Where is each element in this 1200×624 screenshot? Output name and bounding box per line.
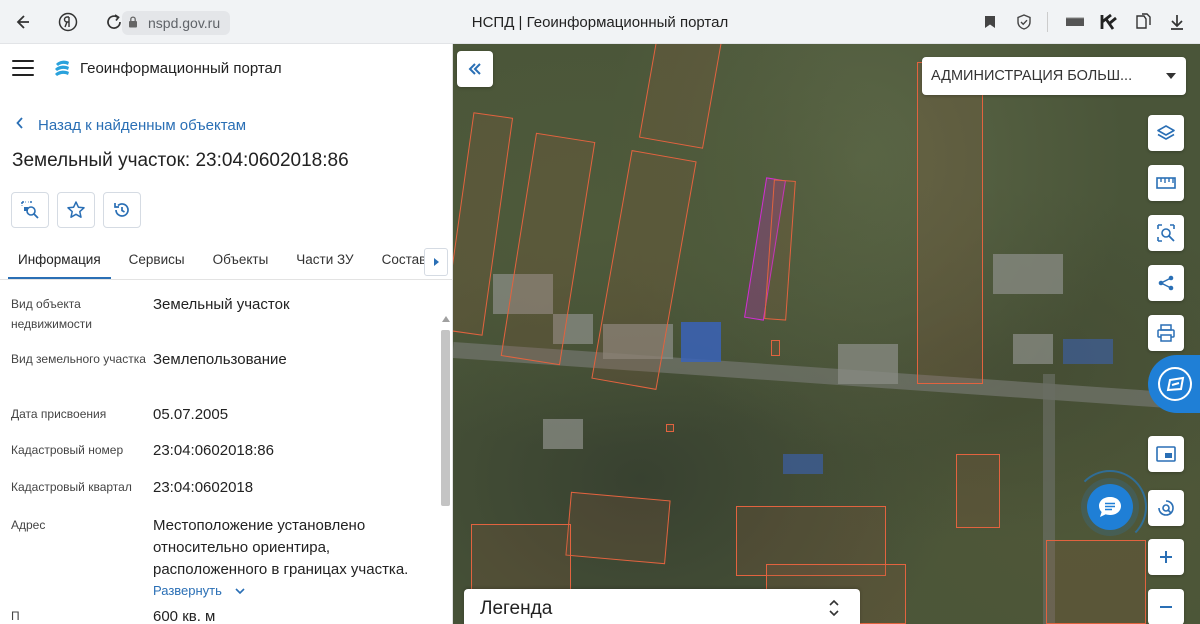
legend-panel[interactable]: Легенда: [464, 589, 860, 624]
scrollbar-thumb[interactable]: [441, 330, 450, 506]
info-row-cadastral-quarter: Кадастровый квартал 23:04:0602018: [11, 477, 452, 515]
toolbar-divider: [1047, 12, 1048, 32]
shield-check-icon[interactable]: [1009, 8, 1039, 36]
map-building: [838, 344, 898, 384]
object-title: Земельный участок: 23:04:0602018:86: [12, 150, 349, 171]
zoom-in-button[interactable]: [1148, 539, 1184, 575]
map-building: [543, 419, 583, 449]
map-building: [1063, 339, 1113, 364]
info-tabs: Информация Сервисы Объекты Части ЗУ Сост…: [0, 236, 452, 280]
history-button[interactable]: [103, 192, 141, 228]
extension-k-icon[interactable]: [1094, 8, 1124, 36]
map-building: [783, 454, 823, 474]
feedback-badge[interactable]: [1148, 355, 1200, 413]
info-label: Кадастровый квартал: [11, 480, 132, 494]
share-button[interactable]: [1148, 265, 1184, 301]
tab-information[interactable]: Информация: [8, 252, 111, 279]
ruler-button[interactable]: [1148, 165, 1184, 201]
browser-toolbar: nspd.gov.ru НСПД | Геоинформационный пор…: [0, 0, 1200, 44]
info-label: Дата присвоения: [11, 407, 107, 421]
chat-bubble-icon: [1158, 367, 1192, 401]
info-value: Местоположение установлено относительно …: [153, 517, 409, 578]
chat-button[interactable]: [1087, 484, 1133, 530]
layers-button[interactable]: [1148, 115, 1184, 151]
menu-icon[interactable]: [12, 60, 34, 76]
chevron-down-icon: [232, 586, 245, 598]
tabs-scroll-right-button[interactable]: [424, 248, 448, 276]
land-parcel[interactable]: [471, 524, 571, 594]
download-icon[interactable]: [1162, 8, 1192, 36]
print-button[interactable]: [1148, 315, 1184, 351]
panel-header: Геоинформационный портал: [0, 44, 452, 92]
info-label: Вид объекта недвижимости: [11, 297, 92, 331]
collections-icon[interactable]: [1128, 8, 1158, 36]
message-icon: [1099, 497, 1121, 517]
tray-icon[interactable]: [1060, 8, 1090, 36]
info-list: Вид объекта недвижимости Земельный участ…: [0, 280, 452, 624]
expand-address-link[interactable]: Развернуть: [153, 583, 428, 598]
my-location-button[interactable]: [1148, 490, 1184, 526]
info-label: Вид земельного участка: [11, 352, 146, 366]
select-area-button[interactable]: [1148, 215, 1184, 251]
back-to-results-link[interactable]: Назад к найденным объектам: [0, 92, 452, 140]
info-label: Кадастровый номер: [11, 443, 124, 457]
panel-scrollbar[interactable]: [441, 314, 450, 624]
administration-select-value: АДМИНИСТРАЦИЯ БОЛЬШ...: [931, 68, 1133, 84]
info-value: 23:04:0602018:86: [153, 442, 274, 459]
locate-on-map-button[interactable]: [11, 192, 49, 228]
land-parcel[interactable]: [771, 340, 780, 356]
tab-objects[interactable]: Объекты: [203, 252, 279, 279]
minimap-button[interactable]: [1148, 436, 1184, 472]
yandex-icon[interactable]: [54, 8, 82, 36]
caret-down-icon: [1166, 73, 1176, 79]
land-parcel[interactable]: [1046, 540, 1146, 624]
expand-collapse-icon[interactable]: [828, 599, 840, 617]
info-label: Адрес: [11, 518, 46, 532]
info-row-area: П 600 кв. м: [11, 606, 452, 624]
info-value: Земельный участок: [153, 296, 290, 313]
expand-label: Развернуть: [153, 583, 222, 598]
app-title: Геоинформационный портал: [80, 59, 282, 77]
collapse-panel-button[interactable]: [457, 51, 493, 87]
info-row-cadastral-number: Кадастровый номер 23:04:0602018:86: [11, 440, 452, 477]
zoom-out-button[interactable]: [1148, 589, 1184, 624]
map-building: [993, 254, 1063, 294]
land-parcel[interactable]: [956, 454, 1000, 528]
info-value: 600 кв. м: [153, 608, 216, 624]
land-parcel[interactable]: [565, 491, 671, 565]
map-view[interactable]: АДМИНИСТРАЦИЯ БОЛЬШ... Легенда: [453, 44, 1200, 624]
land-parcel[interactable]: [638, 44, 723, 149]
info-row-object-type: Вид объекта недвижимости Земельный участ…: [11, 294, 452, 349]
info-value: Землепользование: [153, 351, 287, 368]
land-parcel[interactable]: [666, 424, 674, 432]
lock-icon: [128, 15, 148, 31]
bookmark-icon[interactable]: [975, 8, 1005, 36]
map-building: [681, 322, 721, 362]
back-link-label: Назад к найденным объектам: [38, 116, 247, 134]
map-building: [1013, 334, 1053, 364]
info-row-parcel-type: Вид земельного участка Землепользование: [11, 349, 452, 404]
portal-logo-icon: [55, 60, 69, 76]
scroll-up-arrow-icon[interactable]: [442, 316, 450, 322]
info-value: 05.07.2005: [153, 406, 229, 423]
legend-title: Легенда: [480, 598, 553, 619]
land-parcel[interactable]: [917, 62, 983, 384]
info-row-address: Адрес Местоположение установлено относит…: [11, 515, 452, 598]
back-arrow-icon[interactable]: [8, 8, 36, 36]
info-label: П: [11, 609, 20, 623]
favorite-star-button[interactable]: [57, 192, 95, 228]
info-row-date: Дата присвоения 05.07.2005: [11, 404, 452, 440]
object-info-panel: Геоинформационный портал Назад к найденн…: [0, 44, 453, 624]
chevron-left-icon: [16, 116, 24, 134]
object-toolbar: [0, 180, 452, 228]
info-value: 23:04:0602018: [153, 479, 254, 496]
administration-select[interactable]: АДМИНИСТРАЦИЯ БОЛЬШ...: [922, 57, 1186, 95]
tab-services[interactable]: Сервисы: [119, 252, 195, 279]
tab-parts[interactable]: Части ЗУ: [286, 252, 363, 279]
address-bar[interactable]: nspd.gov.ru: [122, 11, 231, 35]
url-text: nspd.gov.ru: [148, 15, 221, 31]
